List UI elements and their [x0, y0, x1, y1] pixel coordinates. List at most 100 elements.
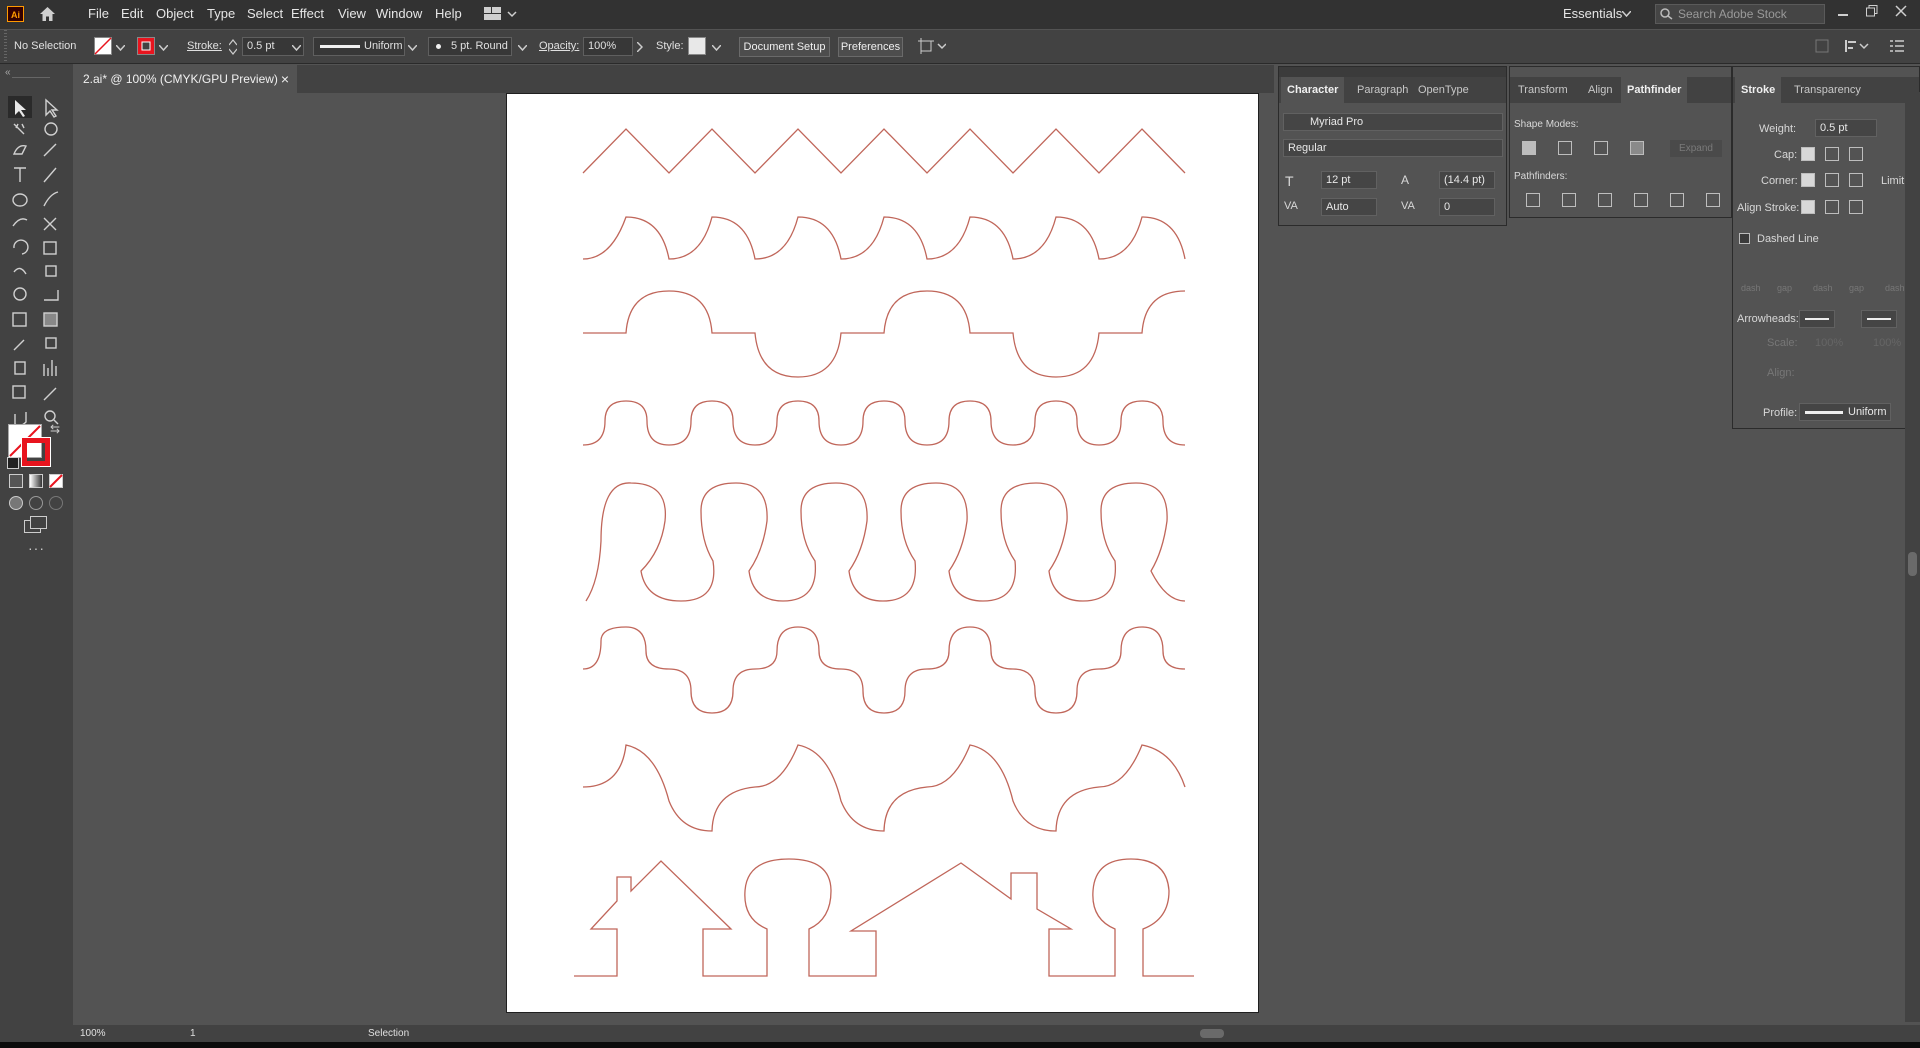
fill-swatch[interactable] — [94, 37, 112, 55]
tab-transform[interactable]: Transform — [1512, 77, 1574, 103]
stroke-dropdown-icon[interactable] — [159, 45, 168, 51]
page-number[interactable]: 1 — [190, 1028, 196, 1039]
minus-back-icon[interactable] — [1706, 193, 1720, 207]
align-outside-icon[interactable] — [1849, 200, 1863, 214]
round-join-icon[interactable] — [1825, 173, 1839, 187]
intersect-icon[interactable] — [1594, 141, 1608, 155]
menu-help[interactable]: Help — [435, 6, 462, 21]
leading-input[interactable]: (14.4 pt) — [1439, 171, 1495, 189]
menu-view[interactable]: View — [338, 6, 366, 21]
brush-definition[interactable]: 5 pt. Round — [428, 37, 512, 56]
chevron-down-icon[interactable] — [408, 45, 417, 51]
divide-icon[interactable] — [1526, 193, 1540, 207]
scroll-thumb[interactable] — [1908, 552, 1917, 576]
align-panel-icon[interactable] — [1845, 39, 1869, 53]
horizontal-scroll-thumb[interactable] — [1200, 1029, 1224, 1038]
dashed-line-checkbox[interactable] — [1739, 233, 1750, 244]
collapse-toolbar-icon[interactable]: « — [5, 67, 11, 78]
document-tab[interactable]: 2.ai* @ 100% (CMYK/GPU Preview) × — [74, 65, 297, 93]
start-arrowhead-select[interactable] — [1799, 310, 1835, 328]
align-center-icon[interactable] — [1801, 200, 1815, 214]
arrange-documents-icon[interactable] — [484, 7, 518, 21]
chevron-right-icon[interactable] — [637, 42, 643, 52]
transform-icon[interactable] — [918, 38, 946, 54]
variable-width-profile[interactable]: Uniform — [313, 37, 405, 56]
isolate-icon[interactable] — [1815, 39, 1829, 53]
swap-colors-icon[interactable]: ⇆ — [50, 422, 60, 436]
draw-inside-icon[interactable] — [49, 496, 63, 510]
expand-button[interactable]: Expand — [1670, 140, 1722, 157]
stroke-label[interactable]: Stroke: — [187, 40, 222, 52]
font-size-input[interactable]: 12 pt — [1321, 171, 1377, 189]
tab-transparency[interactable]: Transparency — [1788, 77, 1867, 103]
edit-toolbar-icon[interactable]: ··· — [28, 540, 45, 556]
menu-file[interactable]: File — [88, 6, 109, 21]
preferences-button[interactable]: Preferences — [838, 37, 903, 57]
menu-type[interactable]: Type — [207, 6, 235, 21]
bevel-join-icon[interactable] — [1849, 173, 1863, 187]
screen-mode-icon[interactable] — [24, 516, 48, 534]
merge-icon[interactable] — [1598, 193, 1612, 207]
panel-menu-icon[interactable] — [1890, 39, 1904, 53]
trim-icon[interactable] — [1562, 193, 1576, 207]
font-family-select[interactable]: Myriad Pro — [1283, 113, 1503, 131]
workspace-switcher[interactable]: Essentials — [1563, 6, 1622, 21]
artboard[interactable] — [506, 93, 1259, 1013]
tracking-input[interactable]: 0 — [1439, 198, 1495, 216]
exclude-icon[interactable] — [1630, 141, 1644, 155]
font-style-select[interactable]: Regular — [1283, 139, 1503, 157]
stroke-weight-field[interactable]: 0.5 pt — [1815, 119, 1877, 137]
draw-behind-icon[interactable] — [29, 496, 43, 510]
tab-opentype[interactable]: OpenType — [1412, 77, 1475, 103]
tab-paragraph[interactable]: Paragraph — [1351, 77, 1414, 103]
none-mode-icon[interactable] — [49, 474, 63, 488]
projecting-cap-icon[interactable] — [1849, 147, 1863, 161]
zoom-level[interactable]: 100% — [80, 1028, 106, 1039]
round-cap-icon[interactable] — [1825, 147, 1839, 161]
stepper-icon[interactable] — [229, 39, 237, 55]
minimize-icon[interactable] — [1838, 14, 1848, 16]
menu-object[interactable]: Object — [156, 6, 194, 21]
menu-window[interactable]: Window — [376, 6, 422, 21]
fill-dropdown-icon[interactable] — [116, 45, 125, 51]
tab-pathfinder[interactable]: Pathfinder — [1621, 77, 1688, 103]
panel-dock-header[interactable] — [1279, 67, 1506, 77]
unite-icon[interactable] — [1522, 141, 1536, 155]
document-setup-button[interactable]: Document Setup — [739, 37, 830, 57]
minus-front-icon[interactable] — [1558, 141, 1572, 155]
gradient-mode-icon[interactable] — [29, 474, 43, 488]
opacity-label[interactable]: Opacity: — [539, 40, 579, 52]
menu-effect[interactable]: Effect — [291, 6, 324, 21]
tab-stroke[interactable]: Stroke — [1735, 77, 1782, 103]
document-tab-close-icon[interactable]: × — [281, 65, 289, 93]
menu-select[interactable]: Select — [247, 6, 283, 21]
end-arrowhead-select[interactable] — [1861, 310, 1897, 328]
chevron-down-icon[interactable] — [712, 45, 721, 51]
chevron-down-icon[interactable] — [518, 45, 527, 51]
kerning-input[interactable]: Auto — [1321, 198, 1377, 216]
chevron-down-icon[interactable] — [292, 45, 301, 51]
start-scale-value[interactable]: 100% — [1815, 337, 1843, 349]
opacity-input[interactable]: 100% — [583, 37, 633, 56]
color-mode-icon[interactable] — [9, 474, 23, 488]
restore-icon[interactable] — [1866, 5, 1878, 17]
graphic-style-swatch[interactable] — [688, 37, 706, 55]
outline-icon[interactable] — [1670, 193, 1684, 207]
stroke-color-box[interactable] — [21, 437, 51, 467]
menu-edit[interactable]: Edit — [121, 6, 143, 21]
butt-cap-icon[interactable] — [1801, 147, 1815, 161]
end-scale-value[interactable]: 100% — [1873, 337, 1901, 349]
default-colors-icon[interactable] — [7, 457, 19, 469]
home-icon[interactable] — [39, 6, 56, 22]
draw-normal-icon[interactable] — [9, 496, 23, 510]
vertical-scrollbar[interactable] — [1905, 92, 1920, 1022]
align-inside-icon[interactable] — [1825, 200, 1839, 214]
profile-select[interactable]: Uniform — [1799, 403, 1891, 421]
tab-character[interactable]: Character — [1281, 77, 1345, 103]
crop-icon[interactable] — [1634, 193, 1648, 207]
stroke-swatch[interactable] — [137, 37, 155, 55]
close-icon[interactable] — [1895, 5, 1907, 17]
stock-search-input[interactable]: Search Adobe Stock — [1655, 4, 1825, 24]
miter-join-icon[interactable] — [1801, 173, 1815, 187]
grip-handle[interactable] — [4, 30, 7, 63]
